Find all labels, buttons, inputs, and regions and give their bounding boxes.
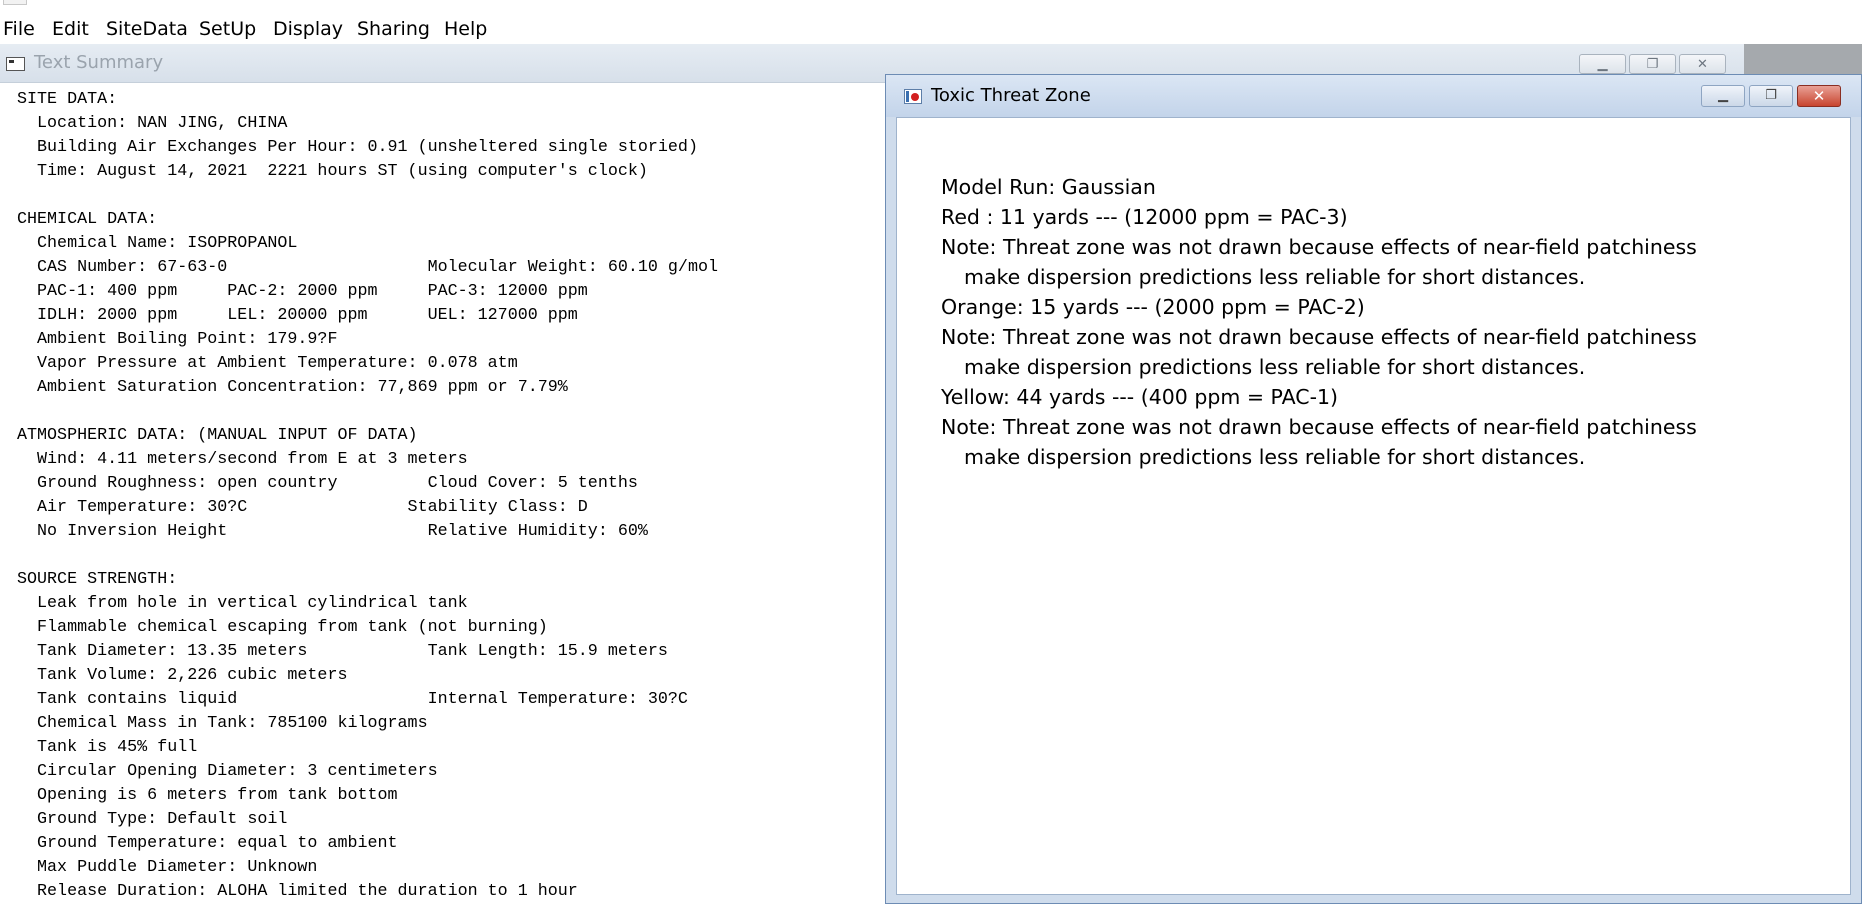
- maximize-icon: ❐: [1646, 57, 1659, 72]
- summary-line: Chemical Name: ISOPROPANOL: [17, 234, 298, 253]
- summary-line: Max Puddle Diameter: Unknown: [17, 858, 318, 877]
- threat-zone-line: Note: Threat zone was not drawn because …: [941, 415, 1697, 439]
- threat-zone-body: Model Run: Gaussian Red : 11 yards --- (1…: [896, 117, 1851, 895]
- summary-line: Chemical Mass in Tank: 785100 kilograms: [17, 714, 428, 733]
- summary-line: Ground Roughness: open country Cloud Cov…: [17, 474, 638, 493]
- summary-line: SITE DATA:: [17, 90, 118, 109]
- summary-line: ATMOSPHERIC DATA: (MANUAL INPUT OF DATA): [17, 426, 418, 445]
- summary-line: Ground Type: Default soil: [17, 810, 288, 829]
- text-summary-body: SITE DATA: Location: NAN JING, CHINA Bui…: [0, 83, 886, 904]
- threat-zone-title: Toxic Threat Zone: [931, 85, 1091, 106]
- menu-display[interactable]: Display: [273, 14, 343, 44]
- summary-line: Opening is 6 meters from tank bottom: [17, 786, 398, 805]
- minimize-icon: ▁: [1718, 88, 1728, 103]
- summary-line: Vapor Pressure at Ambient Temperature: 0…: [17, 354, 518, 373]
- text-summary-content: SITE DATA: Location: NAN JING, CHINA Bui…: [17, 88, 718, 904]
- threat-zone-line: Note: Threat zone was not drawn because …: [941, 325, 1697, 349]
- top-strip: [0, 0, 1862, 15]
- text-summary-close-button[interactable]: ✕: [1679, 54, 1726, 74]
- menu-edit[interactable]: Edit: [52, 14, 89, 44]
- summary-line: Circular Opening Diameter: 3 centimeters: [17, 762, 438, 781]
- summary-line: Ground Temperature: equal to ambient: [17, 834, 398, 853]
- mdi-client-area: Text Summary ▁ ❐ ✕ SITE DATA: Location: …: [0, 44, 1862, 904]
- summary-line: Time: August 14, 2021 2221 hours ST (usi…: [17, 162, 648, 181]
- menu-help[interactable]: Help: [444, 14, 487, 44]
- titlebar-overflow-area: [1744, 44, 1862, 74]
- summary-line: Ambient Saturation Concentration: 77,869…: [17, 378, 568, 397]
- summary-line: No Inversion Height Relative Humidity: 6…: [17, 522, 648, 541]
- threat-zone-line: make dispersion predictions less reliabl…: [964, 445, 1586, 469]
- threat-zone-titlebar[interactable]: Toxic Threat Zone ▁ ❐ ✕: [886, 75, 1861, 117]
- summary-line: Tank Diameter: 13.35 meters Tank Length:…: [17, 642, 668, 661]
- menu-sitedata[interactable]: SiteData: [106, 14, 188, 44]
- summary-line: CAS Number: 67-63-0 Molecular Weight: 60…: [17, 258, 718, 277]
- summary-line: Flammable chemical escaping from tank (n…: [17, 618, 548, 637]
- summary-line: Wind: 4.11 meters/second from E at 3 met…: [17, 450, 468, 469]
- text-window-icon: [6, 57, 25, 71]
- minimize-icon: ▁: [1597, 57, 1608, 72]
- threat-zone-minimize-button[interactable]: ▁: [1701, 85, 1745, 107]
- summary-line: Location: NAN JING, CHINA: [17, 114, 288, 133]
- threat-zone-line: Model Run: Gaussian: [941, 175, 1156, 199]
- threat-zone-line: make dispersion predictions less reliabl…: [964, 355, 1586, 379]
- menubar: File Edit SiteData SetUp Display Sharing…: [0, 14, 1862, 44]
- threat-zone-line: Red : 11 yards --- (12000 ppm = PAC-3): [941, 205, 1348, 229]
- summary-line: PAC-1: 400 ppm PAC-2: 2000 ppm PAC-3: 12…: [17, 282, 588, 301]
- menu-sharing[interactable]: Sharing: [357, 14, 430, 44]
- close-icon: ✕: [1812, 87, 1826, 105]
- summary-line: Tank is 45% full: [17, 738, 198, 757]
- summary-line: Release Duration: ALOHA limited the dura…: [17, 882, 578, 901]
- summary-line: Leak from hole in vertical cylindrical t…: [17, 594, 468, 613]
- threat-zone-icon: [904, 89, 922, 104]
- threat-zone-close-button[interactable]: ✕: [1797, 85, 1841, 107]
- text-summary-title: Text Summary: [34, 52, 164, 73]
- summary-line: Air Temperature: 30?C Stability Class: D: [17, 498, 588, 517]
- close-icon: ✕: [1697, 57, 1708, 72]
- summary-line: Building Air Exchanges Per Hour: 0.91 (u…: [17, 138, 698, 157]
- threat-zone-line: Yellow: 44 yards --- (400 ppm = PAC-1): [941, 385, 1339, 409]
- text-summary-minimize-button[interactable]: ▁: [1579, 54, 1626, 74]
- summary-line: Tank contains liquid Internal Temperatur…: [17, 690, 688, 709]
- menu-file[interactable]: File: [3, 14, 35, 44]
- threat-zone-text: Model Run: Gaussian Red : 11 yards --- (1…: [941, 172, 1697, 472]
- summary-line: Ambient Boiling Point: 179.9?F: [17, 330, 338, 349]
- threat-zone-line: Orange: 15 yards --- (2000 ppm = PAC-2): [941, 295, 1365, 319]
- summary-line: Tank Volume: 2,226 cubic meters: [17, 666, 348, 685]
- threat-zone-line: make dispersion predictions less reliabl…: [964, 265, 1586, 289]
- threat-zone-line: Note: Threat zone was not drawn because …: [941, 235, 1697, 259]
- summary-line: SOURCE STRENGTH:: [17, 570, 178, 589]
- threat-zone-maximize-button[interactable]: ❐: [1749, 85, 1793, 107]
- system-menu-icon[interactable]: [3, 0, 27, 5]
- summary-line: IDLH: 2000 ppm LEL: 20000 ppm UEL: 12700…: [17, 306, 578, 325]
- menu-setup[interactable]: SetUp: [199, 14, 256, 44]
- text-summary-restore-button[interactable]: ❐: [1629, 54, 1676, 74]
- toxic-threat-zone-window: Toxic Threat Zone ▁ ❐ ✕ Model Run: Gauss…: [885, 74, 1862, 904]
- maximize-icon: ❐: [1765, 88, 1777, 103]
- summary-line: CHEMICAL DATA:: [17, 210, 158, 229]
